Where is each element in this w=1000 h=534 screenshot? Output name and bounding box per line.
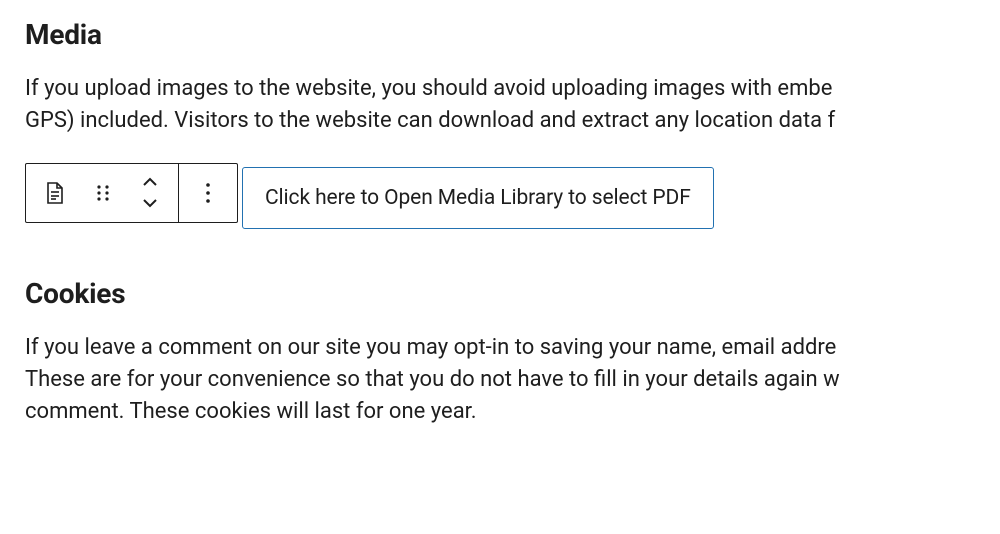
cookies-paragraph-line3: comment. These cookies will last for one… — [25, 396, 1000, 428]
move-up-button[interactable] — [132, 173, 168, 193]
cookies-paragraph-line2: These are for your convenience so that y… — [25, 364, 1000, 396]
cookies-heading: Cookies — [25, 277, 1000, 310]
block-type-button[interactable] — [30, 164, 80, 222]
chevron-up-icon — [141, 177, 159, 188]
pdf-block-placeholder: Click here to Open Media Library to sele… — [242, 167, 714, 229]
block-options-button[interactable] — [183, 164, 233, 222]
toolbar-group-block — [26, 164, 179, 222]
more-vertical-icon — [205, 182, 211, 204]
media-heading: Media — [25, 18, 1000, 51]
toolbar-group-options — [179, 164, 237, 222]
document-icon — [45, 182, 65, 204]
media-paragraph-line1: If you upload images to the website, you… — [25, 73, 1000, 105]
open-media-library-button[interactable]: Click here to Open Media Library to sele… — [265, 186, 691, 210]
drag-handle-icon — [94, 184, 112, 202]
move-down-button[interactable] — [132, 193, 168, 213]
block-movers — [126, 164, 174, 222]
cookies-paragraph-line1: If you leave a comment on our site you m… — [25, 332, 1000, 364]
drag-handle-button[interactable] — [80, 164, 126, 222]
block-toolbar — [25, 163, 238, 223]
media-paragraph-line2: GPS) included. Visitors to the website c… — [25, 105, 1000, 137]
chevron-down-icon — [141, 197, 159, 208]
